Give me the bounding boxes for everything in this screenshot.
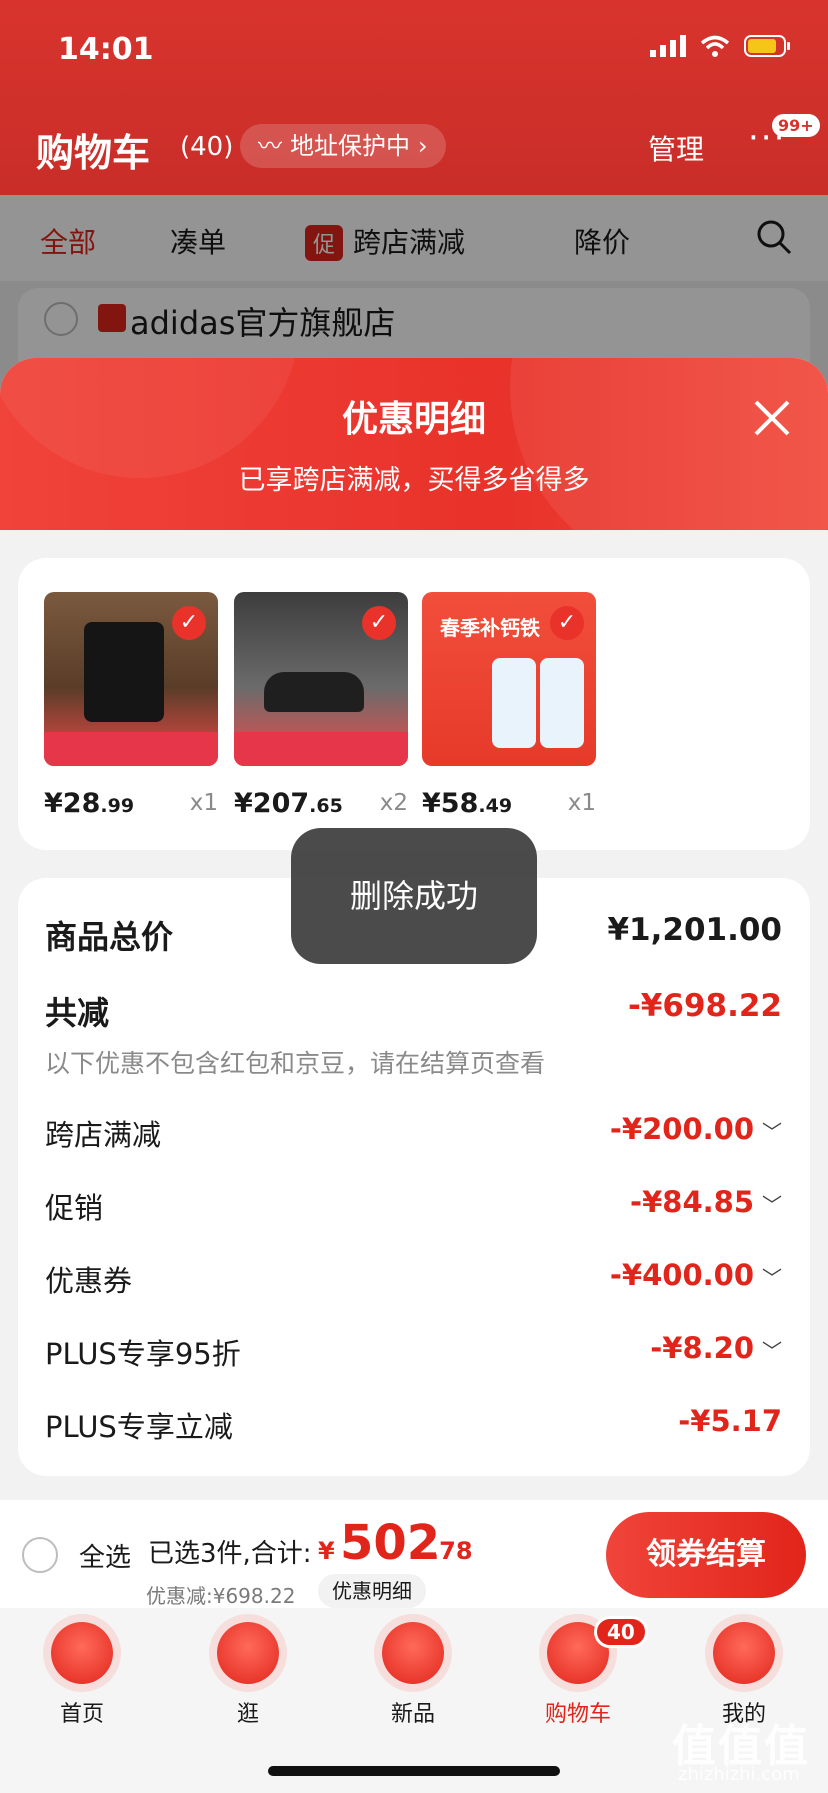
discount-item-label: 促销 — [45, 1191, 104, 1225]
product-item[interactable]: ✓ ¥28.99 x1 — [44, 592, 218, 819]
checked-icon: ✓ — [172, 606, 206, 640]
price-summary-card: 商品总价 ¥1,201.00 共减 -¥698.22 以下优惠不包含红包和京豆，… — [18, 878, 810, 1476]
discount-item-label: 优惠券 — [45, 1264, 133, 1298]
discount-item-value[interactable]: -¥400.00 ﹀ — [610, 1258, 782, 1292]
product-price: ¥58.49 — [422, 788, 513, 819]
product-item[interactable]: 春季补钙铁 ✓ ¥58.49 x1 — [422, 592, 596, 819]
total-amount-dec: .78 — [430, 1537, 473, 1565]
wifi-icon — [700, 35, 730, 57]
select-all-label[interactable]: 全选 — [79, 1537, 131, 1574]
product-price: ¥207.65 — [234, 788, 343, 819]
product-image: 春季补钙铁 ✓ — [422, 592, 596, 766]
battery-icon — [744, 35, 790, 57]
chevron-right-icon: › — [418, 132, 428, 160]
manage-button[interactable]: 管理 — [648, 128, 704, 168]
product-qty: x1 — [189, 790, 218, 816]
discount-item-value[interactable]: -¥84.85 ﹀ — [630, 1185, 782, 1219]
bottle-shape — [492, 658, 536, 748]
address-protect-pill[interactable]: 〰 地址保护中 › — [240, 124, 446, 168]
header-decoration — [0, 358, 828, 530]
product-item[interactable]: ✓ ¥207.65 x2 — [234, 592, 408, 819]
sheet-subtitle: 已享跨店满减，买得多省得多 — [238, 465, 590, 496]
total-label: 商品总价 — [45, 918, 174, 956]
total-value: ¥1,201.00 — [607, 912, 782, 948]
sheet-title: 优惠明细 — [341, 399, 486, 440]
profile-icon — [713, 1622, 775, 1684]
sheet-header: 优惠明细 已享跨店满减，买得多省得多 — [0, 358, 828, 530]
product-list-card: ✓ ¥28.99 x1 ✓ ¥207.65 x2 春季补钙铁 ✓ ¥58.49 … — [18, 558, 810, 850]
cart-badge: 40 — [594, 1616, 648, 1648]
tab-new[interactable]: 新品 — [353, 1616, 473, 1728]
selected-summary: 已选3件,合计: — [148, 1539, 312, 1569]
discount-item-label: PLUS专享95折 — [45, 1337, 241, 1371]
cart-count: (40) — [180, 132, 234, 162]
chevron-down-icon: ﹀ — [762, 1193, 782, 1217]
bottle-shape — [540, 658, 584, 748]
home-icon — [51, 1622, 113, 1684]
tab-cart-label: 购物车 — [544, 1702, 611, 1727]
chevron-down-icon: ﹀ — [762, 1266, 782, 1290]
total-amount-int: 502 — [340, 1515, 441, 1571]
reduce-value: -¥698.22 — [627, 988, 782, 1024]
tab-browse-label: 逛 — [236, 1702, 259, 1727]
chevron-down-icon: ﹀ — [762, 1120, 782, 1144]
total-currency: ¥ — [318, 1537, 335, 1565]
discount-detail-button[interactable]: 优惠明细 — [318, 1574, 426, 1608]
protect-icon: 〰 — [258, 132, 282, 160]
address-protect-label: 地址保护中 — [290, 132, 410, 160]
signal-icon — [650, 35, 686, 57]
tab-home[interactable]: 首页 — [22, 1616, 142, 1728]
discount-item-label: PLUS专享立减 — [45, 1410, 233, 1444]
product-qty: x2 — [379, 790, 408, 816]
tab-browse[interactable]: 逛 — [188, 1616, 308, 1728]
discount-note: 以下优惠不包含红包和京豆，请在结算页查看 — [45, 1049, 546, 1078]
more-badge: 99+ — [772, 114, 820, 137]
discount-item-value: -¥5.17 — [678, 1404, 782, 1438]
chevron-down-icon: ﹀ — [762, 1339, 782, 1363]
tab-cart[interactable]: 购物车 40 — [518, 1616, 648, 1728]
discount-total: 优惠减:¥698.22 — [146, 1584, 296, 1608]
close-icon[interactable] — [748, 394, 796, 442]
select-all-radio[interactable] — [22, 1537, 58, 1573]
checked-icon: ✓ — [362, 606, 396, 640]
product-image: ✓ — [44, 592, 218, 766]
product-image-text: 春季补钙铁 — [440, 616, 540, 640]
checked-icon: ✓ — [550, 606, 584, 640]
browse-icon — [217, 1622, 279, 1684]
discount-item-label: 跨店满减 — [45, 1118, 162, 1152]
new-products-icon — [382, 1622, 444, 1684]
tab-new-label: 新品 — [390, 1702, 435, 1727]
discount-item-value[interactable]: -¥8.20 ﹀ — [650, 1331, 782, 1365]
tab-home-label: 首页 — [59, 1702, 104, 1727]
checkout-button[interactable]: 领券结算 — [606, 1512, 806, 1598]
shoe-shape — [264, 672, 364, 712]
home-indicator — [268, 1766, 560, 1776]
product-qty: x1 — [567, 790, 596, 816]
shorts-shape — [84, 622, 164, 722]
watermark-url: zhizhizhi.com — [678, 1764, 800, 1785]
toast-message: 删除成功 — [291, 828, 537, 964]
reduce-label: 共减 — [45, 994, 110, 1032]
promo-strip — [44, 732, 218, 766]
product-image: ✓ — [234, 592, 408, 766]
page-title: 购物车 — [36, 131, 151, 175]
product-price: ¥28.99 — [44, 788, 135, 819]
status-icons — [650, 34, 792, 58]
promo-strip — [234, 732, 408, 766]
discount-item-value[interactable]: -¥200.00 ﹀ — [610, 1112, 782, 1146]
status-time: 14:01 — [58, 32, 154, 67]
